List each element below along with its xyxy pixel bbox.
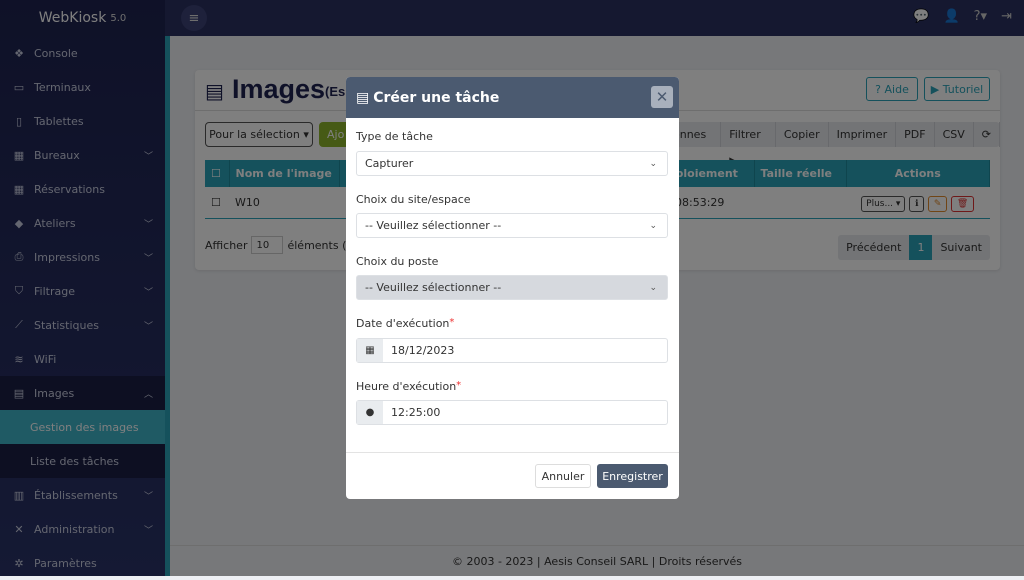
chevron-down-icon: ⌄: [649, 158, 657, 169]
save-button[interactable]: Enregistrer: [597, 464, 668, 488]
date-input[interactable]: ▦ 18/12/2023: [356, 338, 668, 363]
clock-icon: ●: [357, 401, 383, 424]
modal-header: ▤ Créer une tâche: [346, 77, 679, 118]
site-select[interactable]: -- Veuillez sélectionner -- ⌄: [356, 213, 668, 238]
time-input[interactable]: ● 12:25:00: [356, 400, 668, 425]
workstation-select[interactable]: -- Veuillez sélectionner -- ⌄: [356, 275, 668, 300]
divider: [346, 452, 679, 453]
chevron-down-icon: ⌄: [649, 282, 657, 293]
task-type-select[interactable]: Capturer ⌄: [356, 151, 668, 176]
create-task-modal: ▤ Créer une tâche ✕ Type de tâche Capture…: [346, 77, 679, 499]
server-icon: ▤: [356, 89, 370, 106]
cancel-button[interactable]: Annuler: [535, 464, 591, 488]
close-button[interactable]: ✕: [651, 86, 673, 108]
chevron-down-icon: ⌄: [649, 220, 657, 231]
calendar-icon: ▦: [357, 339, 383, 362]
